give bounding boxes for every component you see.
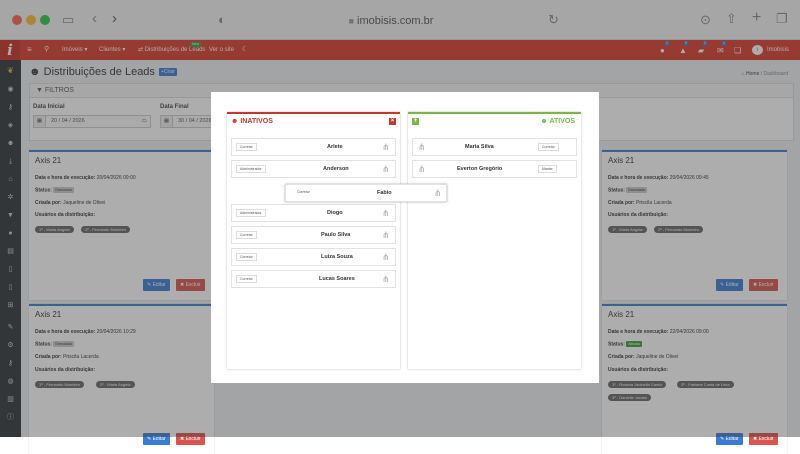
inactive-user[interactable]: Corretor Lucas Soares ⋔ xyxy=(231,270,396,288)
user-name: Luiza Souza xyxy=(321,254,353,260)
active-user[interactable]: ⋔ Everton Gregório Master xyxy=(412,160,577,178)
drag-handle-icon[interactable]: ⋔ xyxy=(382,163,392,175)
user-name: Anderson xyxy=(323,166,349,172)
add-icon[interactable]: + xyxy=(412,118,419,125)
role-badge: Administrador xyxy=(236,209,266,217)
role-badge: Master xyxy=(538,165,557,173)
role-badge: Corretor xyxy=(236,253,257,261)
drag-handle-icon[interactable]: ⋔ xyxy=(434,187,444,199)
inactive-user[interactable]: Administrador Anderson ⋔ xyxy=(231,160,396,178)
user-name: Fabio xyxy=(377,190,392,196)
role-badge: Corretor xyxy=(538,143,559,151)
active-title: ☻ ATIVOS xyxy=(540,118,575,125)
inactive-panel: ☻ INATIVOS × Corretor Arlete ⋔ Administrado… xyxy=(227,112,400,369)
dragging-user[interactable]: Corretor Fabio ⋔ xyxy=(285,184,447,202)
drag-handle-icon[interactable]: ⋔ xyxy=(382,229,392,241)
drag-handle-icon[interactable]: ⋔ xyxy=(382,141,392,153)
active-panel: + ☻ ATIVOS ⋔ Maria Silva Corretor ⋔ Everton … xyxy=(408,112,581,369)
close-icon[interactable]: × xyxy=(389,118,396,125)
role-badge: Corretor xyxy=(236,143,257,151)
inactive-user[interactable]: Corretor Luiza Souza ⋔ xyxy=(231,248,396,266)
drag-handle-icon[interactable]: ⋔ xyxy=(418,163,428,175)
drag-handle-icon[interactable]: ⋔ xyxy=(382,207,392,219)
active-user[interactable]: ⋔ Maria Silva Corretor xyxy=(412,138,577,156)
user-name: Everton Gregório xyxy=(457,166,503,172)
role-badge: Corretor xyxy=(236,275,257,283)
user-name: Paulo Silva xyxy=(321,232,351,238)
distribution-modal: ☻ INATIVOS × Corretor Arlete ⋔ Administrado… xyxy=(211,92,599,383)
user-name: Arlete xyxy=(327,144,343,150)
role-badge: Corretor xyxy=(294,189,313,197)
drag-handle-icon[interactable]: ⋔ xyxy=(382,273,392,285)
role-badge: Corretor xyxy=(236,231,257,239)
active-header: + ☻ ATIVOS xyxy=(408,112,581,128)
inactive-user[interactable]: Corretor Paulo Silva ⋔ xyxy=(231,226,396,244)
users-icon: ☻ xyxy=(540,118,548,125)
inactive-user[interactable]: Administrador Diogo ⋔ xyxy=(231,204,396,222)
inactive-header: ☻ INATIVOS × xyxy=(227,112,400,128)
user-name: Diogo xyxy=(327,210,343,216)
user-name: Maria Silva xyxy=(465,144,494,150)
drag-handle-icon[interactable]: ⋔ xyxy=(418,141,428,153)
role-badge: Administrador xyxy=(236,165,266,173)
inactive-user[interactable]: Corretor Arlete ⋔ xyxy=(231,138,396,156)
drag-handle-icon[interactable]: ⋔ xyxy=(382,251,392,263)
users-icon: ☻ xyxy=(231,118,239,125)
user-name: Lucas Soares xyxy=(319,276,355,282)
